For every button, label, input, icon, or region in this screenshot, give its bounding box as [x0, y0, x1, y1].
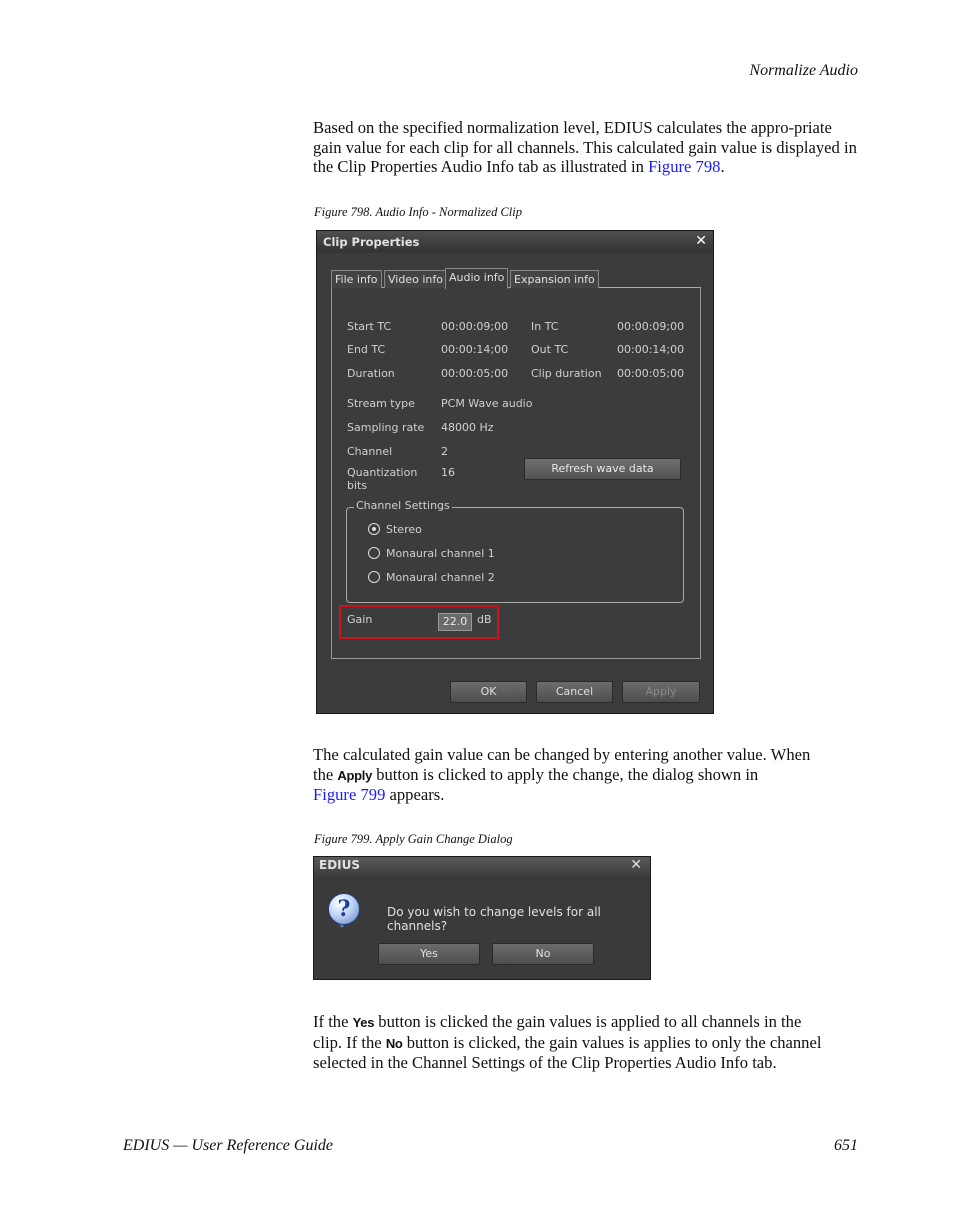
- gain-input[interactable]: 22.0: [438, 613, 472, 631]
- question-icon: ?: [328, 893, 360, 925]
- start-tc-value: 00:00:09;00: [441, 320, 509, 333]
- stereo-radio[interactable]: [368, 523, 380, 535]
- gain-unit: dB: [477, 613, 492, 626]
- tab-expansion-info[interactable]: Expansion info: [510, 270, 599, 288]
- in-tc-value: 00:00:09;00: [617, 320, 685, 333]
- duration-value: 00:00:05;00: [441, 367, 509, 380]
- footer-title: EDIUS — User Reference Guide: [123, 1137, 334, 1154]
- edius-confirm-dialog: EDIUS ✕ ? Do you wish to change levels f…: [313, 856, 651, 980]
- section-header: Normalize Audio: [749, 62, 858, 79]
- cancel-button[interactable]: Cancel: [536, 681, 613, 703]
- tab-video-info[interactable]: Video info: [384, 270, 447, 288]
- out-tc-value: 00:00:14;00: [617, 343, 685, 356]
- ok-button[interactable]: OK: [450, 681, 527, 703]
- out-tc-label: Out TC: [531, 343, 569, 356]
- apply-button[interactable]: Apply: [622, 681, 700, 703]
- stereo-label[interactable]: Stereo: [386, 523, 422, 536]
- stream-type-label: Stream type: [347, 397, 415, 410]
- stream-type-value: PCM Wave audio: [441, 397, 533, 410]
- monaural-channel-2-radio[interactable]: [368, 571, 380, 583]
- duration-label: Duration: [347, 367, 395, 380]
- figure-798-caption: Figure 798. Audio Info - Normalized Clip: [314, 205, 522, 219]
- tab-file-info[interactable]: File info: [331, 270, 382, 288]
- close-icon[interactable]: ✕: [695, 233, 707, 249]
- end-tc-label: End TC: [347, 343, 386, 356]
- close-icon[interactable]: ✕: [630, 857, 642, 873]
- monaural-channel-1-label[interactable]: Monaural channel 1: [386, 547, 495, 560]
- paragraph-intro: Based on the specified normalization lev…: [313, 118, 857, 176]
- no-button[interactable]: No: [492, 943, 594, 965]
- page-number: 651: [834, 1137, 858, 1154]
- channel-label: Channel: [347, 445, 393, 458]
- figure-799-link[interactable]: Figure 799: [313, 785, 385, 804]
- quantization-value: 16: [441, 466, 455, 479]
- clip-duration-value: 00:00:05;00: [617, 367, 685, 380]
- refresh-wave-data-button[interactable]: Refresh wave data: [524, 458, 681, 480]
- sampling-rate-value: 48000 Hz: [441, 421, 494, 434]
- quantization-label: Quantization: [347, 466, 418, 479]
- tab-audio-info[interactable]: Audio info: [445, 268, 509, 289]
- figure-799-caption: Figure 799. Apply Gain Change Dialog: [314, 832, 513, 846]
- monaural-channel-2-label[interactable]: Monaural channel 2: [386, 571, 495, 584]
- edius-title: EDIUS: [319, 858, 361, 872]
- channel-settings-label: Channel Settings: [354, 499, 452, 512]
- start-tc-label: Start TC: [347, 320, 392, 333]
- end-tc-value: 00:00:14;00: [441, 343, 509, 356]
- gain-label: Gain: [347, 613, 373, 626]
- edius-title-bar: EDIUS ✕: [314, 857, 650, 876]
- quantization-label-bits: bits: [347, 479, 368, 492]
- clip-properties-dialog: Clip Properties ✕ File info Video info A…: [316, 230, 714, 714]
- clip-duration-label: Clip duration: [531, 367, 602, 380]
- dialog-title: Clip Properties: [323, 235, 420, 249]
- paragraph-yes-no: If the Yes button is clicked the gain va…: [313, 1012, 822, 1072]
- paragraph-apply: The calculated gain value can be changed…: [313, 745, 811, 804]
- sampling-rate-label: Sampling rate: [347, 421, 425, 434]
- figure-798-link[interactable]: Figure 798: [648, 157, 720, 176]
- confirm-message: Do you wish to change levels for all cha…: [387, 905, 601, 933]
- channel-value: 2: [441, 445, 448, 458]
- dialog-title-bar: Clip Properties ✕: [317, 231, 713, 253]
- monaural-channel-1-radio[interactable]: [368, 547, 380, 559]
- in-tc-label: In TC: [531, 320, 559, 333]
- yes-button[interactable]: Yes: [378, 943, 480, 965]
